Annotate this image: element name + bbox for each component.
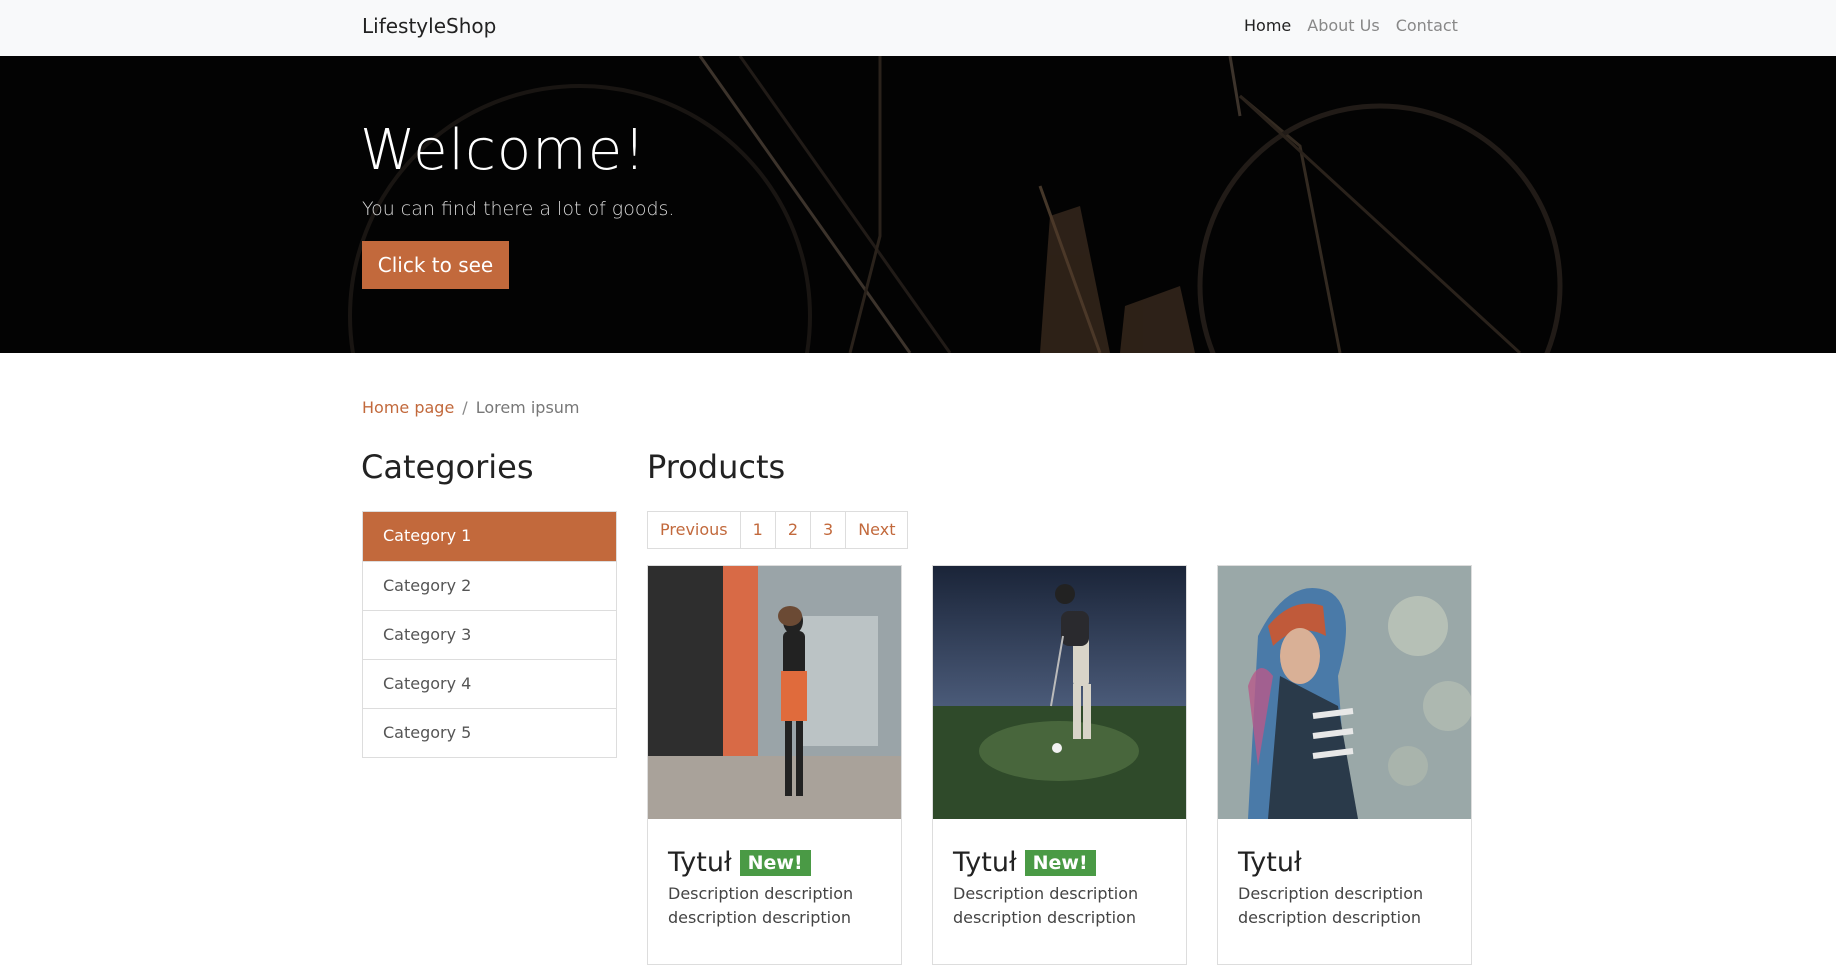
hero-banner: Welcome! You can find there a lot of goo… (0, 56, 1836, 353)
products-heading: Products (647, 448, 786, 486)
product-card[interactable]: Tytuł New! Description description descr… (932, 565, 1187, 965)
product-title[interactable]: Tytuł (953, 847, 1017, 878)
categories-heading: Categories (361, 448, 534, 486)
product-description: Description description description desc… (668, 884, 854, 927)
new-badge: New! (1024, 849, 1096, 876)
product-description: Description description description desc… (1238, 884, 1424, 927)
new-badge: New! (739, 849, 811, 876)
product-description: Description description description desc… (953, 884, 1139, 927)
category-item-3[interactable]: Category 3 (363, 610, 616, 659)
breadcrumb-current: Lorem ipsum (475, 398, 580, 417)
pagination: Previous 1 2 3 Next (647, 511, 909, 549)
click-to-see-button[interactable]: Click to see (362, 241, 509, 289)
nav-link-about-us[interactable]: About Us (1307, 16, 1379, 35)
product-title[interactable]: Tytuł (668, 847, 732, 878)
product-image-woman-phone[interactable] (648, 566, 901, 819)
nav-link-home[interactable]: Home (1244, 16, 1291, 35)
breadcrumb: Home page / Lorem ipsum (362, 398, 580, 417)
product-image-golfer[interactable] (933, 566, 1186, 819)
pagination-previous[interactable]: Previous (648, 512, 740, 548)
breadcrumb-separator: / (462, 398, 468, 417)
hero-subtitle: You can find there a lot of goods. (362, 198, 675, 220)
category-list: Category 1 Category 2 Category 3 Categor… (362, 511, 617, 758)
category-item-5[interactable]: Category 5 (363, 708, 616, 757)
nav-link-contact[interactable]: Contact (1396, 16, 1458, 35)
category-item-2[interactable]: Category 2 (363, 561, 616, 610)
product-card[interactable]: Tytuł New! Description description descr… (647, 565, 902, 965)
breadcrumb-home-link[interactable]: Home page (362, 398, 454, 417)
category-item-4[interactable]: Category 4 (363, 659, 616, 708)
hero-title: Welcome! (360, 118, 647, 183)
pagination-page-1[interactable]: 1 (739, 512, 775, 548)
pagination-page-3[interactable]: 3 (810, 512, 845, 548)
product-image-woman-scarf[interactable] (1218, 566, 1471, 819)
product-title[interactable]: Tytuł (1238, 847, 1302, 878)
category-item-1[interactable]: Category 1 (363, 512, 616, 561)
nav-links: Home About Us Contact (1244, 16, 1458, 35)
navbar: LifestyleShop Home About Us Contact (0, 0, 1836, 56)
brand-logo[interactable]: LifestyleShop (362, 14, 496, 38)
pagination-next[interactable]: Next (845, 512, 907, 548)
pagination-page-2[interactable]: 2 (774, 512, 810, 548)
hero-background-image (0, 56, 1836, 353)
product-card[interactable]: Tytuł Description description descriptio… (1217, 565, 1472, 965)
